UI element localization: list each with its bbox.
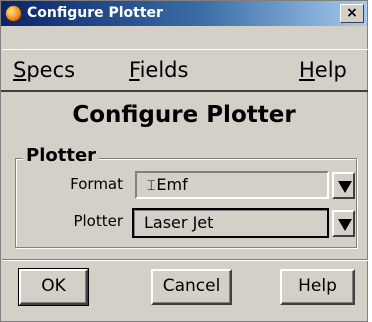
dialog-window: Configure Plotter × Specs Fields Help Co… xyxy=(0,0,368,322)
plotter-label: Plotter xyxy=(73,212,123,230)
title-bar[interactable]: Configure Plotter × xyxy=(1,1,367,26)
format-dropdown-button[interactable] xyxy=(332,172,355,199)
menu-help-label: elp xyxy=(314,58,347,82)
format-label: Format xyxy=(70,175,123,193)
dialog-heading: Configure Plotter xyxy=(72,102,296,128)
menu-specs-mnemonic: S xyxy=(13,58,27,82)
menu-specs[interactable]: Specs xyxy=(13,56,75,84)
window-title: Configure Plotter xyxy=(27,5,163,21)
help-button[interactable]: Help xyxy=(280,269,355,305)
menu-fields[interactable]: Fields xyxy=(129,56,188,84)
menu-fields-mnemonic: F xyxy=(129,58,140,82)
format-value: Emf xyxy=(156,175,188,194)
triangle-down-icon xyxy=(338,181,352,193)
format-field[interactable]: ⌶Emf xyxy=(135,171,329,199)
close-icon: × xyxy=(346,5,358,21)
plotter-dropdown-button[interactable] xyxy=(332,210,355,237)
triangle-down-icon xyxy=(338,219,352,231)
menu-bar: Specs Fields Help xyxy=(2,49,368,91)
close-button[interactable]: × xyxy=(340,4,364,23)
plotter-group-label: Plotter xyxy=(23,144,100,168)
plotter-field[interactable]: Laser Jet xyxy=(132,208,329,238)
button-separator-highlight xyxy=(2,260,368,261)
cancel-button[interactable]: Cancel xyxy=(151,269,232,305)
menu-divider xyxy=(1,90,368,92)
menu-fields-label: ields xyxy=(139,58,189,82)
plotter-app-icon xyxy=(5,5,22,22)
menu-help[interactable]: Help xyxy=(299,56,347,84)
menu-specs-label: pecs xyxy=(26,58,76,82)
menu-help-mnemonic: H xyxy=(299,58,315,82)
ok-button[interactable]: OK xyxy=(18,268,89,306)
plotter-value: Laser Jet xyxy=(144,213,214,232)
text-cursor-icon: ⌶ xyxy=(147,178,156,194)
